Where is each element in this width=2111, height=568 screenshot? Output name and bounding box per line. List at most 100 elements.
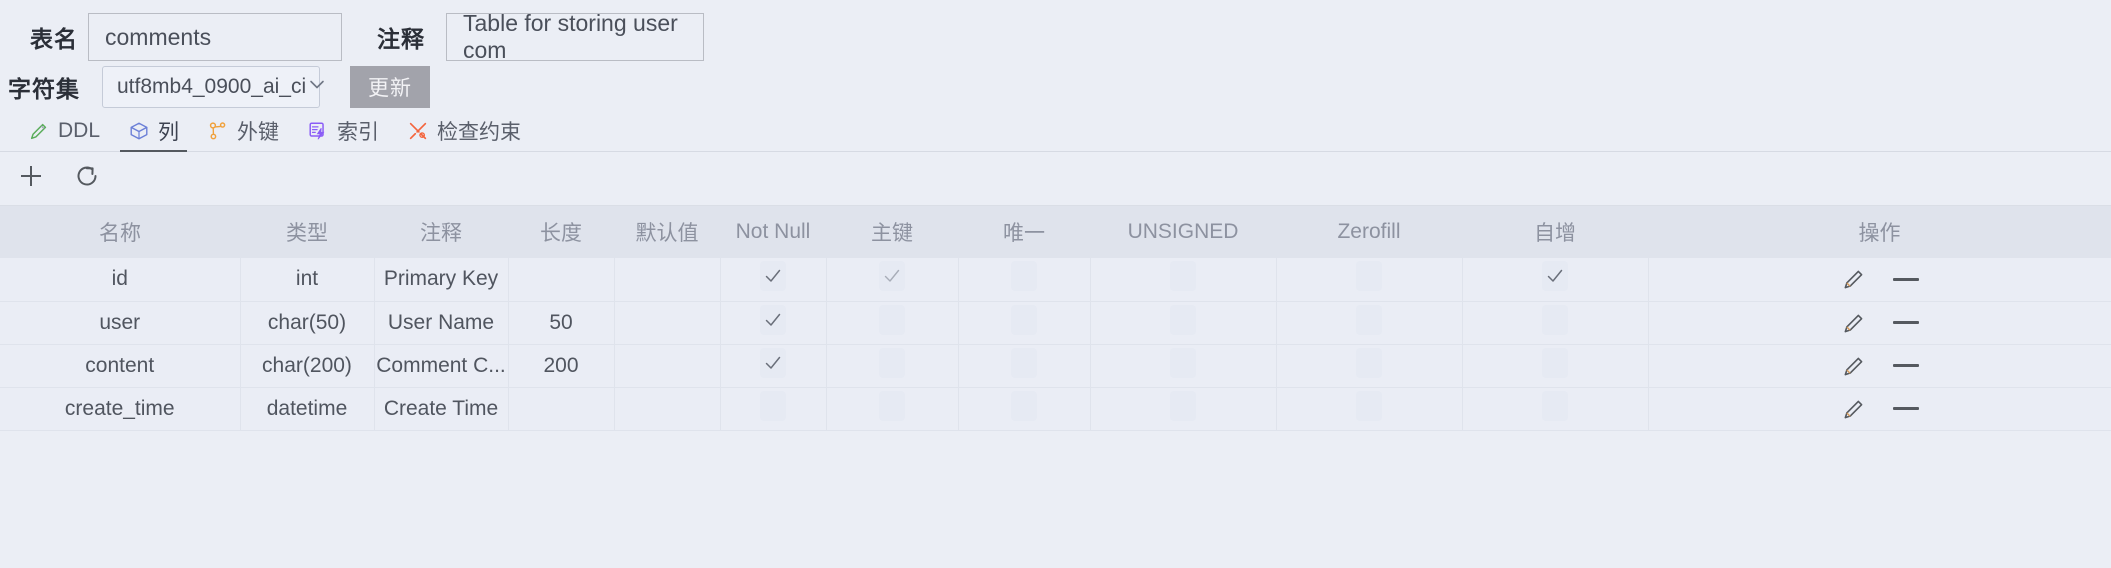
- delete-row-button[interactable]: [1892, 396, 1919, 422]
- checkbox-checked[interactable]: [760, 347, 786, 378]
- edit-row-button[interactable]: [1841, 310, 1867, 336]
- cell-default[interactable]: [614, 258, 721, 302]
- col-header-type[interactable]: 类型: [240, 206, 374, 258]
- table-name-input[interactable]: comments: [88, 13, 342, 61]
- tab-check-constraints[interactable]: 检查约束: [393, 111, 535, 151]
- tab-foreign-keys[interactable]: 外键: [193, 111, 293, 151]
- update-button[interactable]: 更新: [350, 66, 430, 108]
- cell-unsigned[interactable]: [1090, 301, 1277, 345]
- col-header-zerofill[interactable]: Zerofill: [1276, 206, 1462, 258]
- cell-type[interactable]: char(50): [240, 301, 375, 345]
- checkbox[interactable]: [1356, 390, 1382, 421]
- delete-row-button[interactable]: [1892, 353, 1919, 379]
- cell-type[interactable]: datetime: [240, 387, 375, 431]
- checkbox-checked[interactable]: [760, 261, 786, 292]
- checkbox[interactable]: [1011, 390, 1037, 421]
- table-row[interactable]: id int Primary Key: [0, 258, 2111, 302]
- checkbox[interactable]: [1170, 390, 1196, 421]
- cell-unsigned[interactable]: [1090, 387, 1277, 431]
- checkbox[interactable]: [1011, 347, 1037, 378]
- cell-zerofill[interactable]: [1276, 387, 1463, 431]
- cell-length[interactable]: [508, 387, 615, 431]
- cell-unique[interactable]: [958, 258, 1091, 302]
- checkbox[interactable]: [1542, 347, 1568, 378]
- col-header-unsigned[interactable]: UNSIGNED: [1090, 206, 1276, 258]
- checkbox[interactable]: [1356, 261, 1382, 292]
- table-comment-input[interactable]: Table for storing user com: [446, 10, 704, 63]
- cell-not-null[interactable]: [720, 301, 827, 345]
- cell-unsigned[interactable]: [1090, 344, 1277, 388]
- checkbox[interactable]: [1011, 261, 1037, 292]
- cell-primary-key[interactable]: [826, 301, 959, 345]
- checkbox-checked[interactable]: [879, 261, 905, 292]
- cell-auto-increment[interactable]: [1462, 387, 1649, 431]
- tab-indexes[interactable]: 索引: [293, 111, 393, 151]
- cell-zerofill[interactable]: [1276, 344, 1463, 388]
- delete-row-button[interactable]: [1892, 310, 1919, 336]
- cell-comment[interactable]: Create Time: [374, 387, 509, 431]
- add-column-button[interactable]: [14, 162, 48, 196]
- col-header-default[interactable]: 默认值: [614, 206, 720, 258]
- checkbox-checked[interactable]: [1542, 261, 1568, 292]
- cell-type[interactable]: int: [240, 258, 375, 302]
- cell-name[interactable]: content: [0, 344, 241, 388]
- cell-not-null[interactable]: [720, 258, 827, 302]
- checkbox[interactable]: [1356, 347, 1382, 378]
- cell-default[interactable]: [614, 301, 721, 345]
- checkbox[interactable]: [1356, 304, 1382, 335]
- checkbox[interactable]: [1170, 261, 1196, 292]
- cell-length[interactable]: 200: [508, 344, 615, 388]
- tab-columns[interactable]: 列: [114, 111, 193, 152]
- col-header-name[interactable]: 名称: [0, 206, 240, 258]
- cell-primary-key[interactable]: [826, 258, 959, 302]
- cell-unique[interactable]: [958, 301, 1091, 345]
- cell-comment[interactable]: Comment C...: [374, 344, 509, 388]
- cell-name[interactable]: user: [0, 301, 241, 345]
- edit-row-button[interactable]: [1841, 266, 1867, 292]
- cell-auto-increment[interactable]: [1462, 301, 1649, 345]
- checkbox[interactable]: [1170, 347, 1196, 378]
- col-header-unique[interactable]: 唯一: [958, 206, 1090, 258]
- cell-unique[interactable]: [958, 344, 1091, 388]
- checkbox[interactable]: [1170, 304, 1196, 335]
- edit-row-button[interactable]: [1841, 353, 1867, 379]
- cell-default[interactable]: [614, 344, 721, 388]
- table-row[interactable]: user char(50) User Name 50: [0, 301, 2111, 345]
- cell-type[interactable]: char(200): [240, 344, 375, 388]
- cell-zerofill[interactable]: [1276, 301, 1463, 345]
- charset-select[interactable]: utf8mb4_0900_ai_ci: [102, 66, 324, 108]
- checkbox-checked[interactable]: [760, 304, 786, 335]
- checkbox[interactable]: [760, 390, 786, 421]
- cell-unsigned[interactable]: [1090, 258, 1277, 302]
- col-header-not-null[interactable]: Not Null: [720, 206, 826, 258]
- table-row[interactable]: content char(200) Comment C... 200: [0, 344, 2111, 388]
- col-header-auto-increment[interactable]: 自增: [1462, 206, 1648, 258]
- cell-primary-key[interactable]: [826, 387, 959, 431]
- checkbox[interactable]: [1542, 304, 1568, 335]
- delete-row-button[interactable]: [1892, 266, 1919, 292]
- checkbox[interactable]: [1011, 304, 1037, 335]
- checkbox[interactable]: [879, 390, 905, 421]
- tab-ddl[interactable]: DDL: [14, 111, 114, 151]
- cell-primary-key[interactable]: [826, 344, 959, 388]
- col-header-actions[interactable]: 操作: [1648, 206, 2111, 258]
- cell-length[interactable]: [508, 258, 615, 302]
- edit-row-button[interactable]: [1841, 396, 1867, 422]
- cell-name[interactable]: id: [0, 258, 241, 302]
- cell-zerofill[interactable]: [1276, 258, 1463, 302]
- cell-not-null[interactable]: [720, 387, 827, 431]
- col-header-length[interactable]: 长度: [508, 206, 614, 258]
- col-header-comment[interactable]: 注释: [374, 206, 508, 258]
- cell-not-null[interactable]: [720, 344, 827, 388]
- cell-name[interactable]: create_time: [0, 387, 241, 431]
- cell-unique[interactable]: [958, 387, 1091, 431]
- cell-comment[interactable]: User Name: [374, 301, 509, 345]
- checkbox[interactable]: [879, 347, 905, 378]
- refresh-button[interactable]: [70, 162, 104, 196]
- table-row[interactable]: create_time datetime Create Time: [0, 387, 2111, 431]
- cell-length[interactable]: 50: [508, 301, 615, 345]
- cell-default[interactable]: [614, 387, 721, 431]
- checkbox[interactable]: [1542, 390, 1568, 421]
- cell-auto-increment[interactable]: [1462, 344, 1649, 388]
- col-header-primary-key[interactable]: 主键: [826, 206, 958, 258]
